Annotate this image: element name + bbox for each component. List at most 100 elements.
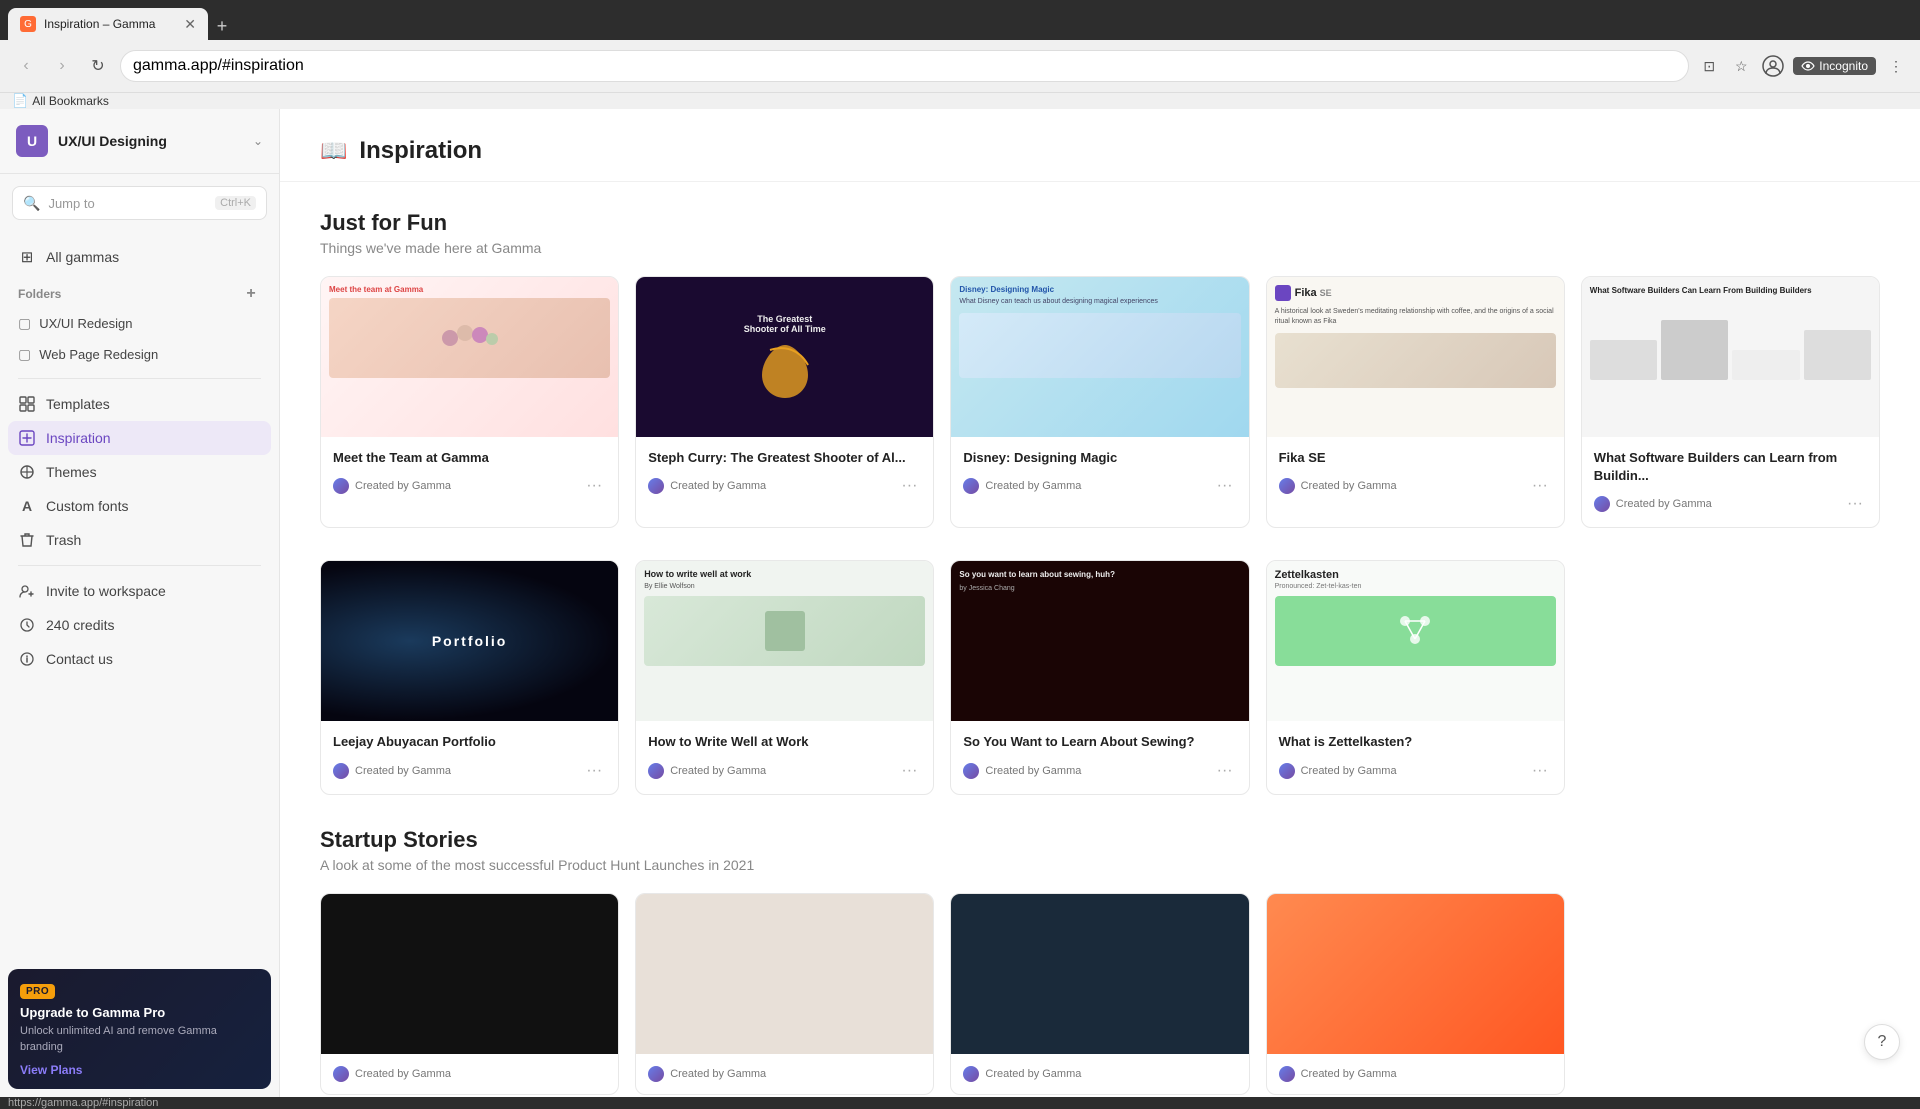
card-software-builders[interactable]: What Software Builders Can Learn From Bu… bbox=[1581, 276, 1880, 528]
card-footer: Created by Gamma bbox=[1279, 1066, 1552, 1082]
pro-title: Upgrade to Gamma Pro bbox=[20, 1005, 259, 1020]
section-title: Just for Fun bbox=[320, 210, 1880, 236]
sidebar-item-templates[interactable]: Templates bbox=[8, 387, 271, 421]
card-menu-button[interactable]: ··· bbox=[1528, 475, 1552, 497]
card-menu-button[interactable]: ··· bbox=[582, 475, 606, 497]
folder-uxui-redesign[interactable]: ▢ UX/UI Redesign bbox=[8, 308, 271, 339]
main-content: 📖 Inspiration Just for Fun Things we've … bbox=[280, 109, 1920, 1097]
templates-icon bbox=[18, 395, 36, 413]
cards-grid-fun: Meet the team at Gamma Meet the Team at … bbox=[320, 276, 1880, 528]
workspace-chevron-icon[interactable]: ⌄ bbox=[253, 134, 263, 148]
startup-card-1[interactable]: Created by Gamma bbox=[320, 893, 619, 1095]
sidebar-item-trash[interactable]: Trash bbox=[8, 523, 271, 557]
card-portfolio[interactable]: Portfolio Leejay Abuyacan Portfolio Crea… bbox=[320, 560, 619, 794]
address-bar[interactable]: gamma.app/#inspiration bbox=[120, 50, 1689, 82]
view-plans-button[interactable]: View Plans bbox=[20, 1063, 259, 1077]
trash-icon bbox=[18, 531, 36, 549]
tab-close-button[interactable]: ✕ bbox=[184, 16, 196, 33]
card-body: Steph Curry: The Greatest Shooter of Al.… bbox=[636, 437, 933, 509]
card-footer: Created by Gamma bbox=[648, 1066, 921, 1082]
startup-card-3[interactable]: Created by Gamma bbox=[950, 893, 1249, 1095]
trash-label: Trash bbox=[46, 532, 81, 548]
card-menu-button[interactable]: ··· bbox=[1213, 475, 1237, 497]
new-tab-button[interactable]: + bbox=[208, 12, 236, 40]
creator-avatar bbox=[963, 1066, 979, 1082]
sidebar-item-custom-fonts[interactable]: A Custom fonts bbox=[8, 489, 271, 523]
sidebar-item-invite[interactable]: Invite to workspace bbox=[8, 574, 271, 608]
card-body: So You Want to Learn About Sewing? Creat… bbox=[951, 721, 1248, 793]
startup-card-4[interactable]: Created by Gamma bbox=[1266, 893, 1565, 1095]
card-thumbnail: Portfolio bbox=[321, 561, 618, 721]
card-zettelkasten[interactable]: Zettelkasten Pronounced: Zet-tel-kas-ten bbox=[1266, 560, 1565, 794]
sidebar-item-credits[interactable]: 240 credits bbox=[8, 608, 271, 642]
card-steph-curry[interactable]: The GreatestShooter of All Time Steph Cu… bbox=[635, 276, 934, 528]
cast-icon[interactable]: ⊡ bbox=[1697, 54, 1721, 78]
card-body: Created by Gamma bbox=[1267, 1054, 1564, 1094]
card-menu-button[interactable]: ··· bbox=[897, 475, 921, 497]
content-area: Just for Fun Things we've made here at G… bbox=[280, 182, 1920, 1097]
creator-avatar bbox=[963, 478, 979, 494]
custom-fonts-label: Custom fonts bbox=[46, 498, 128, 514]
card-title: So You Want to Learn About Sewing? bbox=[963, 733, 1236, 751]
tab-title: Inspiration – Gamma bbox=[44, 17, 176, 31]
card-title: Leejay Abuyacan Portfolio bbox=[333, 733, 606, 751]
creator-name: Created by Gamma bbox=[670, 765, 766, 777]
sidebar-item-all-gammas[interactable]: ⊞ All gammas bbox=[8, 240, 271, 274]
card-menu-button[interactable]: ··· bbox=[1213, 760, 1237, 782]
section-startup-stories: Startup Stories A look at some of the mo… bbox=[320, 827, 1880, 1095]
card-menu-button[interactable]: ··· bbox=[1843, 493, 1867, 515]
folder-web-page-redesign[interactable]: ▢ Web Page Redesign bbox=[8, 339, 271, 370]
inspiration-icon bbox=[18, 429, 36, 447]
sidebar-search[interactable]: 🔍 Jump to Ctrl+K bbox=[12, 186, 267, 220]
startup-section-title: Startup Stories bbox=[320, 827, 1880, 853]
sidebar-header: U UX/UI Designing ⌄ bbox=[0, 109, 279, 174]
sidebar-item-themes[interactable]: Themes bbox=[8, 455, 271, 489]
bookmark-icon[interactable]: ☆ bbox=[1729, 54, 1753, 78]
tab-favicon: G bbox=[20, 16, 36, 32]
workspace-avatar: U bbox=[16, 125, 48, 157]
menu-dots[interactable]: ⋮ bbox=[1884, 54, 1908, 78]
card-body: How to Write Well at Work Created by Gam… bbox=[636, 721, 933, 793]
creator-name: Created by Gamma bbox=[355, 765, 451, 777]
nav-icons: ⊡ ☆ Incognito ⋮ bbox=[1697, 54, 1908, 78]
page-title: Inspiration bbox=[359, 137, 482, 165]
add-folder-button[interactable]: + bbox=[241, 284, 261, 304]
card-menu-button[interactable]: ··· bbox=[1528, 760, 1552, 782]
card-menu-button[interactable]: ··· bbox=[897, 760, 921, 782]
card-sewing[interactable]: So you want to learn about sewing, huh? … bbox=[950, 560, 1249, 794]
card-menu-button[interactable]: ··· bbox=[582, 760, 606, 782]
card-fika[interactable]: Fika SE A historical look at Sweden's me… bbox=[1266, 276, 1565, 528]
creator-avatar bbox=[1594, 496, 1610, 512]
card-body: Created by Gamma bbox=[636, 1054, 933, 1094]
card-creator: Created by Gamma bbox=[963, 1066, 1081, 1082]
creator-avatar bbox=[648, 1066, 664, 1082]
templates-label: Templates bbox=[46, 396, 110, 412]
card-disney[interactable]: Disney: Designing Magic What Disney can … bbox=[950, 276, 1249, 528]
card-thumbnail: Zettelkasten Pronounced: Zet-tel-kas-ten bbox=[1267, 561, 1564, 721]
help-button[interactable]: ? bbox=[1864, 1024, 1900, 1060]
card-body: Fika SE Created by Gamma ··· bbox=[1267, 437, 1564, 509]
sidebar-item-contact[interactable]: Contact us bbox=[8, 642, 271, 676]
profile-icon[interactable] bbox=[1761, 54, 1785, 78]
startup-card-2[interactable]: Created by Gamma bbox=[635, 893, 934, 1095]
back-button[interactable]: ‹ bbox=[12, 52, 40, 80]
creator-avatar bbox=[333, 478, 349, 494]
sidebar: U UX/UI Designing ⌄ 🔍 Jump to Ctrl+K ⊞ A… bbox=[0, 109, 280, 1097]
bookmarks-label: All Bookmarks bbox=[32, 94, 109, 108]
card-write-well[interactable]: How to write well at work By Ellie Wolfs… bbox=[635, 560, 934, 794]
active-tab[interactable]: G Inspiration – Gamma ✕ bbox=[8, 8, 208, 40]
card-thumbnail bbox=[951, 894, 1248, 1054]
card-creator: Created by Gamma bbox=[648, 1066, 766, 1082]
forward-button[interactable]: › bbox=[48, 52, 76, 80]
card-meet-the-team[interactable]: Meet the team at Gamma Meet the Team at … bbox=[320, 276, 619, 528]
card-title: What Software Builders can Learn from Bu… bbox=[1594, 449, 1867, 485]
address-text: gamma.app/#inspiration bbox=[133, 57, 304, 75]
card-body: Leejay Abuyacan Portfolio Created by Gam… bbox=[321, 721, 618, 793]
incognito-badge: Incognito bbox=[1793, 57, 1876, 75]
themes-icon bbox=[18, 463, 36, 481]
reload-button[interactable]: ↻ bbox=[84, 52, 112, 80]
cards-grid-startup: Created by Gamma Created by Gamma bbox=[320, 893, 1880, 1095]
sidebar-item-inspiration[interactable]: Inspiration bbox=[8, 421, 271, 455]
creator-name: Created by Gamma bbox=[355, 1068, 451, 1080]
section-just-for-fun: Just for Fun Things we've made here at G… bbox=[320, 210, 1880, 795]
